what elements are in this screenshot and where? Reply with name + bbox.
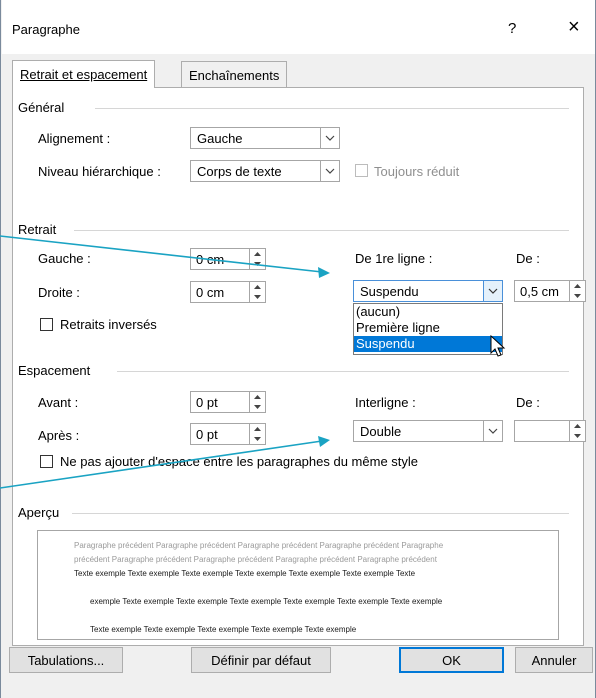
section-divider: [72, 513, 569, 514]
dropdown-option-selected[interactable]: Suspendu: [354, 336, 502, 352]
line-spacing-at-spinner[interactable]: [514, 420, 586, 442]
preview-previous-text: Paragraphe précédent Paragraphe précéden…: [74, 541, 444, 550]
line-spacing-value: Double: [360, 424, 402, 439]
tab-line-and-page-breaks[interactable]: Enchaînements: [181, 61, 288, 87]
line-spacing-at-label: De :: [516, 395, 540, 410]
chevron-down-icon: [320, 161, 339, 181]
indent-left-spinner[interactable]: 0 cm: [190, 248, 266, 270]
spin-down-icon[interactable]: [250, 292, 265, 302]
spin-up-icon[interactable]: [250, 249, 265, 259]
special-indent-select[interactable]: Suspendu: [353, 280, 503, 302]
section-divider: [95, 108, 569, 109]
spacing-after-value: 0 pt: [196, 427, 218, 442]
spin-up-icon[interactable]: [570, 421, 585, 431]
section-general-label: Général: [18, 100, 65, 115]
paragraph-preview: Paragraphe précédent Paragraphe précéden…: [37, 530, 559, 640]
collapsed-checkbox[interactable]: [355, 164, 368, 177]
spin-down-icon[interactable]: [570, 431, 585, 441]
spacing-after-label: Après :: [38, 428, 80, 443]
special-indent-value: Suspendu: [360, 284, 419, 299]
preview-previous-text: précédent Paragraphe précédent Paragraph…: [74, 555, 437, 564]
spin-down-icon[interactable]: [250, 402, 265, 412]
spacing-before-value: 0 pt: [196, 395, 218, 410]
chevron-down-icon: [320, 128, 339, 148]
tab-label: Retrait et espacement: [20, 67, 148, 82]
preview-sample-text: Texte exemple Texte exemple Texte exempl…: [74, 569, 416, 578]
spin-up-icon[interactable]: [250, 424, 265, 434]
spin-down-icon[interactable]: [250, 434, 265, 444]
chevron-down-icon: [483, 281, 502, 301]
alignment-label: Alignement :: [38, 131, 111, 146]
section-divider: [74, 230, 569, 231]
alignment-select[interactable]: Gauche: [190, 127, 340, 149]
button-label: Tabulations...: [27, 652, 105, 668]
indent-right-spinner[interactable]: 0 cm: [190, 281, 266, 303]
mirror-indents-label: Retraits inversés: [60, 317, 157, 332]
indent-right-label: Droite :: [38, 285, 80, 300]
title-bar: Paragraphe ? ×: [2, 0, 595, 54]
indent-by-value: 0,5 cm: [520, 284, 560, 299]
section-divider: [117, 371, 569, 372]
set-as-default-button[interactable]: Définir par défaut: [191, 647, 331, 673]
tabs-button[interactable]: Tabulations...: [9, 647, 123, 673]
spacing-after-spinner[interactable]: 0 pt: [190, 423, 266, 445]
mouse-pointer-icon: [490, 335, 506, 357]
indent-left-value: 0 cm: [196, 252, 225, 267]
spin-down-icon[interactable]: [570, 291, 585, 301]
special-indent-dropdown[interactable]: (aucun) Première ligne Suspendu: [353, 303, 503, 355]
button-label: Annuler: [531, 652, 577, 668]
spacing-before-label: Avant :: [38, 395, 79, 410]
indent-left-label: Gauche :: [38, 251, 91, 266]
spin-buttons[interactable]: [249, 249, 265, 269]
collapsed-label: Toujours réduit: [374, 164, 460, 179]
section-spacing-label: Espacement: [18, 363, 91, 378]
dropdown-option[interactable]: (aucun): [354, 304, 502, 320]
cancel-button[interactable]: Annuler: [515, 647, 593, 673]
spin-up-icon[interactable]: [570, 281, 585, 291]
ok-button[interactable]: OK: [399, 647, 504, 673]
spin-buttons[interactable]: [569, 281, 585, 301]
section-indent-label: Retrait: [18, 222, 57, 237]
dropdown-option[interactable]: Première ligne: [354, 320, 502, 336]
section-preview-label: Aperçu: [18, 505, 60, 520]
line-spacing-label: Interligne :: [355, 395, 416, 410]
indent-by-label: De :: [516, 251, 540, 266]
preview-sample-text: exemple Texte exemple Texte exemple Text…: [90, 597, 443, 606]
line-spacing-select[interactable]: Double: [353, 420, 503, 442]
outline-level-value: Corps de texte: [197, 164, 282, 179]
no-space-same-style-label: Ne pas ajouter d'espace entre les paragr…: [60, 454, 419, 469]
indent-right-value: 0 cm: [196, 285, 225, 300]
dialog-title: Paragraphe: [12, 22, 80, 37]
spin-buttons[interactable]: [569, 421, 585, 441]
help-button[interactable]: ?: [508, 20, 516, 37]
tab-label: Enchaînements: [189, 68, 280, 83]
spin-up-icon[interactable]: [250, 282, 265, 292]
chevron-down-icon: [483, 421, 502, 441]
preview-sample-text: Texte exemple Texte exemple Texte exempl…: [90, 625, 357, 634]
alignment-value: Gauche: [197, 131, 243, 146]
spin-buttons[interactable]: [249, 282, 265, 302]
mirror-indents-checkbox[interactable]: [40, 318, 53, 331]
spin-buttons[interactable]: [249, 392, 265, 412]
button-label: OK: [442, 652, 461, 668]
spin-up-icon[interactable]: [250, 392, 265, 402]
close-button[interactable]: ×: [568, 16, 580, 39]
indent-by-spinner[interactable]: 0,5 cm: [514, 280, 586, 302]
paragraph-dialog: Paragraphe ? × Retrait et espacement Enc…: [0, 0, 596, 698]
spacing-before-spinner[interactable]: 0 pt: [190, 391, 266, 413]
spin-buttons[interactable]: [249, 424, 265, 444]
special-indent-label: De 1re ligne :: [355, 251, 433, 266]
spin-down-icon[interactable]: [250, 259, 265, 269]
outline-level-select[interactable]: Corps de texte: [190, 160, 340, 182]
tab-indents-and-spacing[interactable]: Retrait et espacement: [12, 60, 156, 88]
no-space-same-style-checkbox[interactable]: [40, 455, 53, 468]
button-label: Définir par défaut: [211, 652, 311, 668]
outline-level-label: Niveau hiérarchique :: [38, 164, 161, 179]
